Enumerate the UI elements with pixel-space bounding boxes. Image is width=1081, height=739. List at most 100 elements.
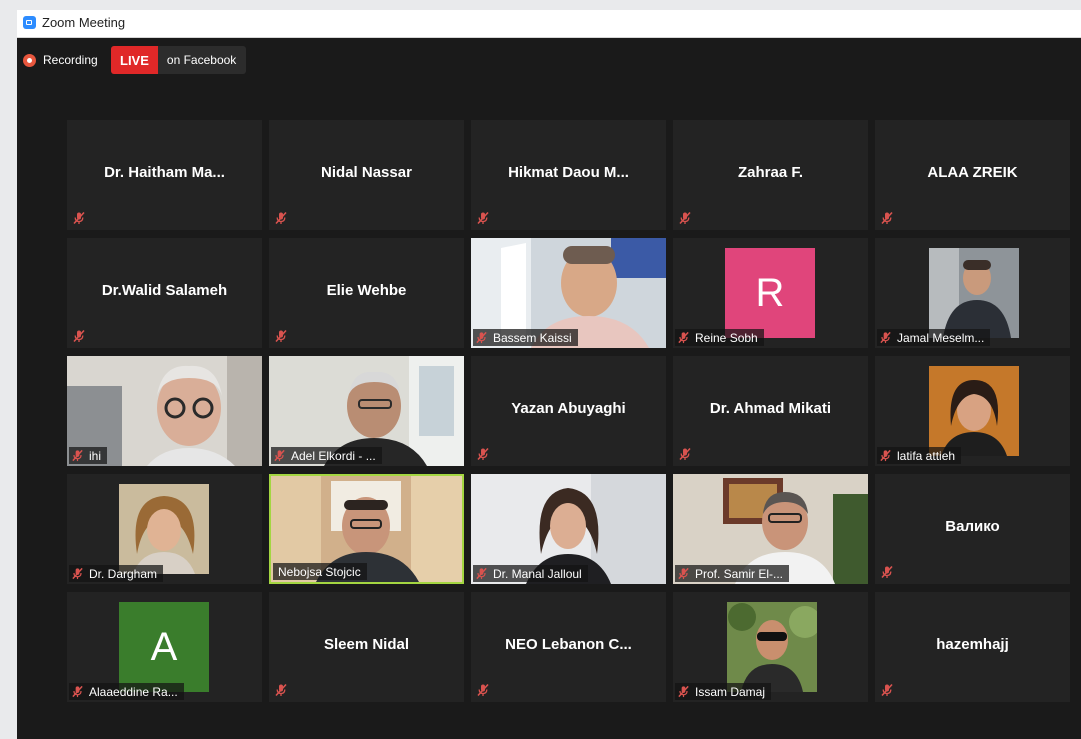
participant-tile[interactable]: R Reine Sobh <box>673 238 868 348</box>
gallery-grid: Dr. Haitham Ma... Nidal Nassar Hikmat Da… <box>67 120 1073 705</box>
participant-name: latifa attieh <box>897 448 956 463</box>
participant-name: Dr.Walid Salameh <box>101 282 228 299</box>
meeting-area: Recording LIVE on Facebook Dr. Haitham M… <box>17 38 1081 739</box>
participant-name: NEO Lebanon C... <box>505 636 632 653</box>
participant-name: Валико <box>945 518 1000 535</box>
participant-tile[interactable]: Prof. Samir El-... <box>673 474 868 584</box>
mic-muted-icon <box>274 211 288 225</box>
participant-name: Nidal Nassar <box>321 164 412 181</box>
mic-muted-icon <box>72 211 86 225</box>
participant-name: Dr. Dargham <box>89 566 158 581</box>
mic-muted-icon <box>273 449 286 462</box>
participant-name-tag: latifa attieh <box>877 447 962 464</box>
participant-name: Issam Damaj <box>695 684 766 699</box>
mic-muted-icon <box>880 683 894 697</box>
participant-tile[interactable]: Elie Wehbe <box>269 238 464 348</box>
participant-name: Alaaeddine Ra... <box>89 684 178 699</box>
mic-muted-icon <box>677 567 690 580</box>
mic-muted-icon <box>677 685 690 698</box>
mic-muted-icon <box>476 447 490 461</box>
participant-name: Elie Wehbe <box>326 282 407 299</box>
participant-tile[interactable]: Yazan Abuyaghi <box>471 356 666 466</box>
participant-tile-active-speaker[interactable]: Nebojsa Stojcic <box>269 474 464 584</box>
participant-name: Prof. Samir El-... <box>695 566 784 581</box>
participant-tile[interactable]: Adel Elkordi - ... <box>269 356 464 466</box>
participant-name: Dr. Ahmad Mikati <box>709 400 832 417</box>
participant-video <box>119 484 209 574</box>
participant-name-tag: Nebojsa Stojcic <box>273 563 367 580</box>
mic-muted-icon <box>71 567 84 580</box>
participant-name: Dr. Manal Jalloul <box>493 566 582 581</box>
recording-label: Recording <box>43 53 98 67</box>
participant-tile[interactable]: Dr. Ahmad Mikati <box>673 356 868 466</box>
mic-muted-icon <box>274 329 288 343</box>
participant-name-tag: Adel Elkordi - ... <box>271 447 382 464</box>
participant-tile[interactable]: Dr. Dargham <box>67 474 262 584</box>
record-icon <box>23 53 36 67</box>
participant-name-tag: Alaaeddine Ra... <box>69 683 184 700</box>
participant-name: hazemhajj <box>936 636 1009 653</box>
participant-tile[interactable]: Zahraa F. <box>673 120 868 230</box>
participant-tile[interactable]: NEO Lebanon C... <box>471 592 666 702</box>
participant-name: Nebojsa Stojcic <box>278 564 361 579</box>
participant-tile[interactable]: A Alaaeddine Ra... <box>67 592 262 702</box>
participant-name: Hikmat Daou M... <box>508 164 629 181</box>
participant-name: Dr. Haitham Ma... <box>104 164 225 181</box>
participant-tile[interactable]: Bassem Kaissi <box>471 238 666 348</box>
participant-name-tag: Bassem Kaissi <box>473 329 578 346</box>
participant-avatar: A <box>119 602 209 692</box>
participant-name-tag: Dr. Dargham <box>69 565 164 582</box>
participant-name: Reine Sobh <box>695 330 758 345</box>
zoom-app-icon <box>23 16 36 29</box>
participant-tile[interactable]: Nidal Nassar <box>269 120 464 230</box>
live-stream-indicator[interactable]: LIVE on Facebook <box>111 46 247 74</box>
mic-muted-icon <box>274 683 288 697</box>
mic-muted-icon <box>880 211 894 225</box>
window-titlebar: Zoom Meeting <box>17 10 1081 38</box>
participant-tile[interactable]: Валико <box>875 474 1070 584</box>
participant-name-tag: Prof. Samir El-... <box>675 565 790 582</box>
participant-name-tag: Jamal Meselm... <box>877 329 991 346</box>
participant-name: Sleem Nidal <box>323 636 410 653</box>
participant-tile[interactable]: Dr. Manal Jalloul <box>471 474 666 584</box>
participant-name: ALAA ZREIK <box>927 164 1018 181</box>
mic-muted-icon <box>880 565 894 579</box>
participant-tile[interactable]: Sleem Nidal <box>269 592 464 702</box>
participant-name-tag: ihi <box>69 447 108 464</box>
mic-muted-icon <box>476 211 490 225</box>
window-title: Zoom Meeting <box>42 15 126 30</box>
mic-muted-icon <box>475 567 488 580</box>
avatar-letter: A <box>150 624 178 669</box>
mic-muted-icon <box>475 331 488 344</box>
participant-name-tag: Dr. Manal Jalloul <box>473 565 588 582</box>
participant-name: Zahraa F. <box>737 164 804 181</box>
mic-muted-icon <box>476 683 490 697</box>
participant-video <box>727 602 817 692</box>
mic-muted-icon <box>879 449 892 462</box>
participant-tile[interactable]: hazemhajj <box>875 592 1070 702</box>
participant-tile[interactable]: ALAA ZREIK <box>875 120 1070 230</box>
live-destination: on Facebook <box>166 53 237 67</box>
participant-tile[interactable]: Issam Damaj <box>673 592 868 702</box>
participant-video <box>929 366 1019 456</box>
live-badge: LIVE <box>111 46 158 74</box>
participant-name: Yazan Abuyaghi <box>511 400 626 417</box>
mic-muted-icon <box>678 447 692 461</box>
avatar-letter: R <box>755 270 785 315</box>
participant-video <box>929 248 1019 338</box>
participant-avatar: R <box>725 248 815 338</box>
participant-tile[interactable]: Dr.Walid Salameh <box>67 238 262 348</box>
participant-tile[interactable]: Jamal Meselm... <box>875 238 1070 348</box>
participant-name-tag: Reine Sobh <box>675 329 764 346</box>
participant-name: Bassem Kaissi <box>493 330 572 345</box>
mic-muted-icon <box>677 331 690 344</box>
participant-name-tag: Issam Damaj <box>675 683 772 700</box>
mic-muted-icon <box>72 329 86 343</box>
participant-tile[interactable]: Dr. Haitham Ma... <box>67 120 262 230</box>
participant-name: Jamal Meselm... <box>897 330 985 345</box>
participant-tile[interactable]: ihi <box>67 356 262 466</box>
participant-tile[interactable]: Hikmat Daou M... <box>471 120 666 230</box>
mic-muted-icon <box>71 685 84 698</box>
recording-indicator[interactable]: Recording <box>23 52 98 68</box>
participant-tile[interactable]: latifa attieh <box>875 356 1070 466</box>
